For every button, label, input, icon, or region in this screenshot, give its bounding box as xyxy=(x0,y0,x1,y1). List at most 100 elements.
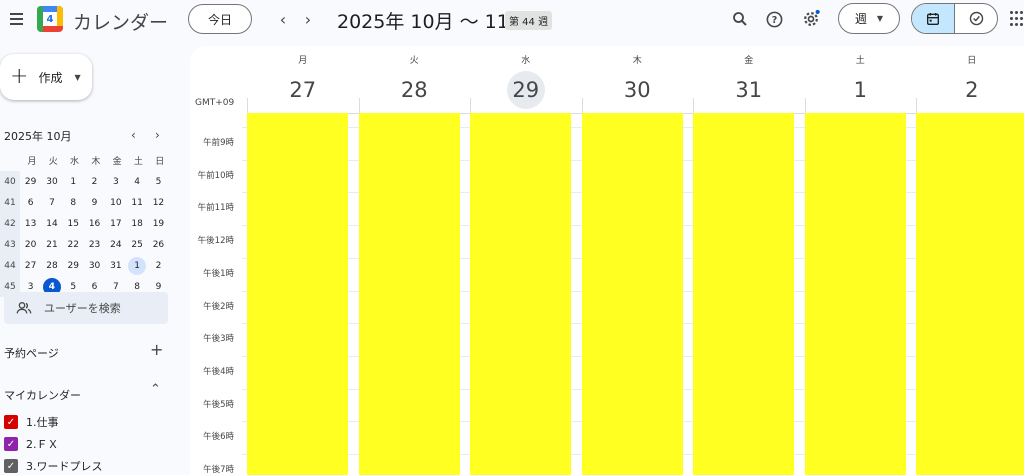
settings-icon[interactable] xyxy=(800,8,822,30)
date-range-title: 2025年 10月 〜 11月 xyxy=(337,11,528,33)
mini-next-month-icon[interactable]: › xyxy=(155,128,160,142)
mini-day[interactable]: 18 xyxy=(126,213,147,234)
event-block[interactable] xyxy=(916,113,1024,475)
calendar-name: 2.ＦＸ xyxy=(26,438,59,451)
mini-weekday-label: 日 xyxy=(155,157,165,167)
mini-day[interactable]: 15 xyxy=(63,213,84,234)
mini-day[interactable]: 24 xyxy=(105,234,126,255)
mini-day[interactable]: 30 xyxy=(41,171,62,192)
mini-weekday-label: 土 xyxy=(133,157,143,167)
hour-label: 午後2時 xyxy=(203,301,234,312)
calendar-item[interactable]: ✓ 2.ＦＸ xyxy=(4,436,59,452)
logo-day: 4 xyxy=(43,12,57,26)
mini-day[interactable]: 17 xyxy=(105,213,126,234)
mini-day[interactable]: 22 xyxy=(63,234,84,255)
main-menu-icon[interactable] xyxy=(4,7,28,31)
event-block[interactable] xyxy=(470,113,571,475)
calendar-item[interactable]: ✓ 1.仕事 xyxy=(4,414,59,430)
hour-label: 午後6時 xyxy=(203,432,234,443)
mini-day[interactable]: 30 xyxy=(84,255,105,276)
mini-day[interactable]: 27 xyxy=(20,255,41,276)
checkbox-checked-icon[interactable]: ✓ xyxy=(4,437,18,451)
event-block[interactable] xyxy=(581,113,683,475)
mini-week-number[interactable]: 43 xyxy=(0,234,20,255)
mini-day[interactable]: 2 xyxy=(148,255,169,276)
tasks-view-toggle[interactable] xyxy=(955,4,997,33)
create-button[interactable]: + 作成 ▼ xyxy=(0,54,92,100)
event-block[interactable] xyxy=(358,113,460,475)
today-button[interactable]: 今日 xyxy=(188,4,252,34)
day-of-week-label: 日 xyxy=(967,56,977,66)
mini-day[interactable]: 26 xyxy=(148,234,169,255)
mini-week-number[interactable]: 41 xyxy=(0,192,20,213)
mini-day[interactable]: 29 xyxy=(20,171,41,192)
calendar-view-toggle[interactable] xyxy=(912,4,955,33)
mini-day[interactable]: 1 xyxy=(126,255,147,276)
app-title: カレンダー xyxy=(73,12,169,34)
mini-day[interactable]: 21 xyxy=(41,234,62,255)
mini-day[interactable]: 25 xyxy=(126,234,147,255)
mini-day[interactable]: 16 xyxy=(84,213,105,234)
checkbox-checked-icon[interactable]: ✓ xyxy=(4,459,18,473)
create-button-label: 作成 xyxy=(38,70,63,85)
mini-week-number[interactable]: 42 xyxy=(0,213,20,234)
mini-day[interactable]: 31 xyxy=(105,255,126,276)
help-icon[interactable]: ? xyxy=(763,8,785,30)
hour-label: 午後1時 xyxy=(203,268,234,279)
mini-day[interactable]: 11 xyxy=(126,192,147,213)
next-week-icon[interactable]: › xyxy=(298,9,318,29)
day-number[interactable]: 30 xyxy=(618,71,656,109)
mini-weekday-label: 金 xyxy=(112,157,122,167)
mini-day[interactable]: 12 xyxy=(148,192,169,213)
column-divider xyxy=(247,98,248,113)
mini-day[interactable]: 1 xyxy=(63,171,84,192)
mini-day[interactable]: 19 xyxy=(148,213,169,234)
calendar-item[interactable]: ✓ 3.ワードプレス xyxy=(4,458,103,474)
event-block[interactable] xyxy=(693,113,794,475)
mini-day[interactable]: 7 xyxy=(41,192,62,213)
mini-day[interactable]: 2 xyxy=(84,171,105,192)
mini-day[interactable]: 14 xyxy=(41,213,62,234)
calendar-icon xyxy=(927,12,939,25)
my-calendars-label[interactable]: マイカレンダー xyxy=(4,387,81,403)
event-block[interactable] xyxy=(247,113,348,475)
calendar-logo[interactable]: 4 xyxy=(37,6,63,32)
mini-day[interactable]: 20 xyxy=(20,234,41,255)
column-divider xyxy=(804,98,806,113)
caret-down-icon: ▼ xyxy=(74,72,81,82)
hour-label: 午後4時 xyxy=(203,366,234,377)
mini-day[interactable]: 28 xyxy=(41,255,62,276)
mini-day[interactable]: 10 xyxy=(105,192,126,213)
mini-day[interactable]: 23 xyxy=(84,234,105,255)
event-block[interactable] xyxy=(804,113,906,475)
mini-day[interactable]: 13 xyxy=(20,213,41,234)
view-selector[interactable]: 週 ▼ xyxy=(838,3,900,34)
mini-week-number[interactable]: 44 xyxy=(0,255,20,276)
checkbox-checked-icon[interactable]: ✓ xyxy=(4,415,18,429)
mini-day[interactable]: 29 xyxy=(63,255,84,276)
mini-week-row: 43 20 21 22 23 24 25 26 xyxy=(0,234,170,255)
day-number[interactable]: 1 xyxy=(841,71,879,109)
search-users-input[interactable]: ユーザーを検索 xyxy=(4,292,168,324)
mini-week-number[interactable]: 40 xyxy=(0,171,20,192)
day-number[interactable]: 29 xyxy=(506,71,545,109)
mini-day[interactable]: 9 xyxy=(84,192,105,213)
mini-day[interactable]: 5 xyxy=(148,171,169,192)
chevron-up-icon[interactable]: ⌃ xyxy=(150,382,161,397)
day-number[interactable]: 2 xyxy=(953,71,991,109)
mini-day[interactable]: 8 xyxy=(63,192,84,213)
mini-prev-month-icon[interactable]: ‹ xyxy=(131,128,136,142)
day-number[interactable]: 31 xyxy=(730,71,768,109)
mini-day[interactable]: 3 xyxy=(105,171,126,192)
search-icon[interactable] xyxy=(729,8,751,30)
mini-day[interactable]: 4 xyxy=(126,171,147,192)
mini-day[interactable]: 6 xyxy=(20,192,41,213)
day-number[interactable]: 27 xyxy=(284,71,322,109)
add-booking-page-icon[interactable]: + xyxy=(150,340,163,359)
google-apps-icon[interactable] xyxy=(1010,11,1024,27)
mini-day-selected[interactable]: 1 xyxy=(128,256,147,275)
calendar-app: 4 カレンダー 今日 ‹ › 2025年 10月 〜 11月 第 44 週 ? … xyxy=(0,0,1024,475)
day-number[interactable]: 28 xyxy=(395,71,433,109)
mini-week-row: 42 13 14 15 16 17 18 19 xyxy=(0,213,170,234)
previous-week-icon[interactable]: ‹ xyxy=(273,9,293,29)
